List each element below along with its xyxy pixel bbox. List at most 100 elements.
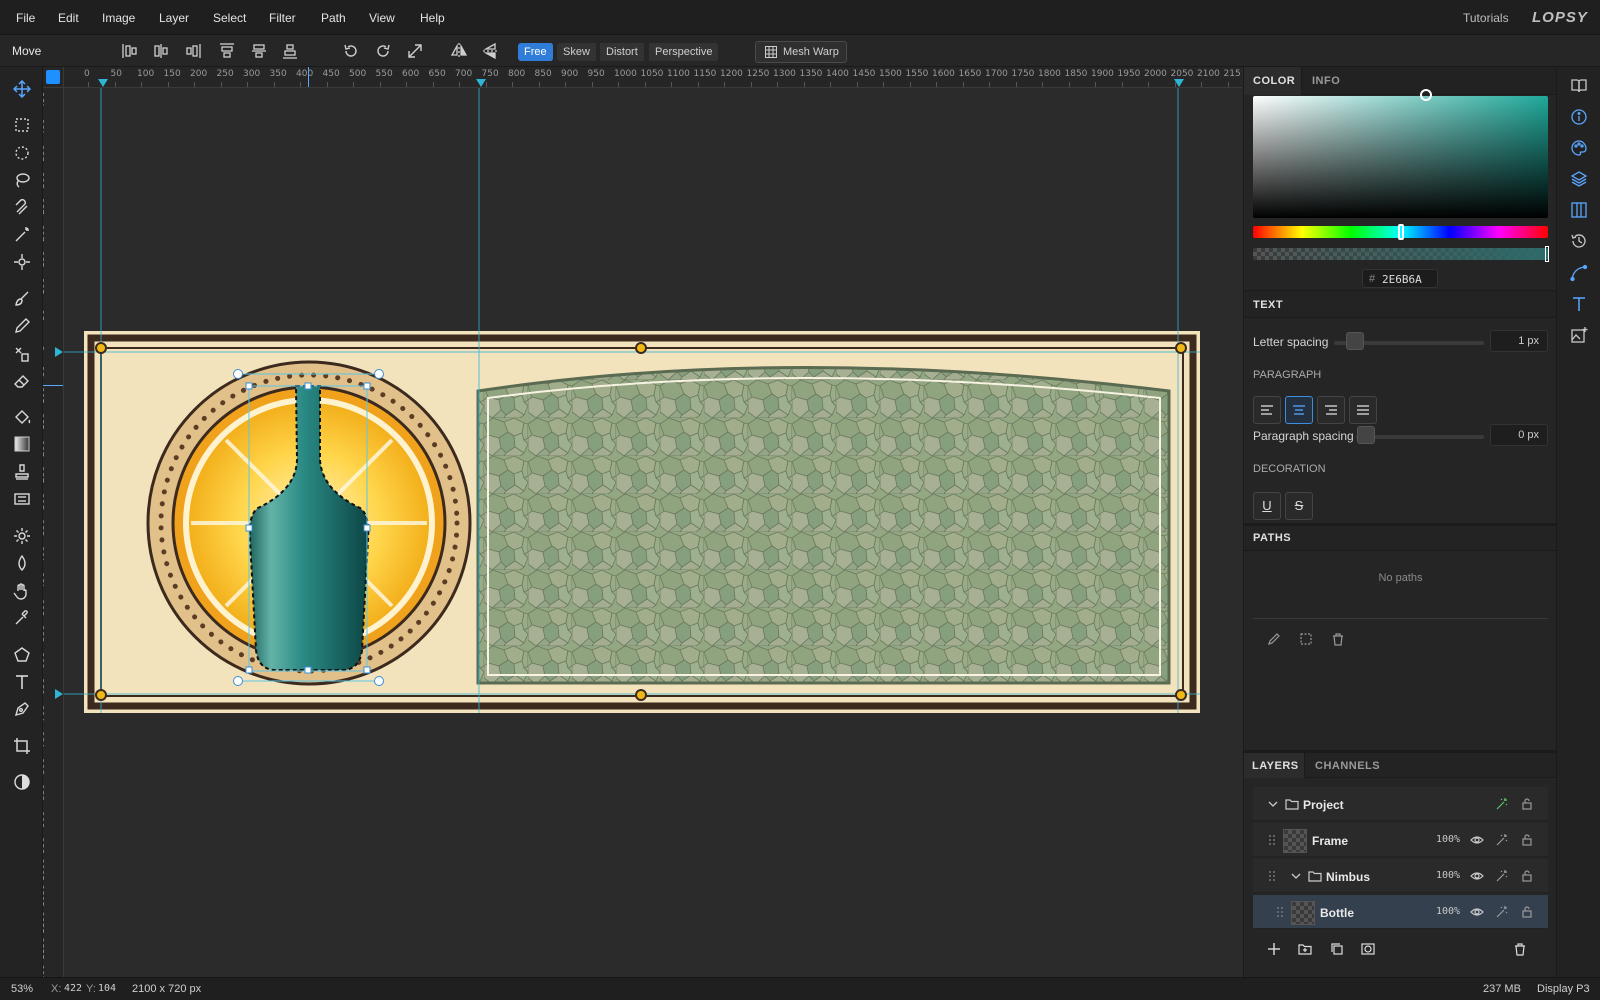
- layer-opacity[interactable]: 100%: [1436, 870, 1460, 881]
- polygon-icon[interactable]: [11, 644, 33, 666]
- layer-row-project[interactable]: Project: [1253, 787, 1548, 821]
- mode-distort-button[interactable]: Distort: [600, 43, 645, 61]
- letter-spacing-knob[interactable]: [1346, 332, 1364, 350]
- guide-marker[interactable]: [55, 347, 63, 357]
- hand-icon[interactable]: [11, 580, 33, 602]
- align-text-left-icon[interactable]: [1253, 396, 1281, 424]
- flip-horizontal-icon[interactable]: [450, 42, 468, 60]
- underline-button[interactable]: U: [1253, 492, 1281, 520]
- artwork-canvas[interactable]: [64, 88, 1242, 977]
- strikethrough-button[interactable]: S: [1285, 492, 1313, 520]
- lasso-icon[interactable]: [11, 169, 33, 191]
- ruler-corner[interactable]: [43, 67, 64, 88]
- menu-edit[interactable]: Edit: [58, 11, 79, 25]
- paint-bucket-icon[interactable]: [11, 406, 33, 428]
- new-group-icon[interactable]: [1297, 941, 1313, 957]
- brush-icon[interactable]: [11, 288, 33, 310]
- tutorials-link[interactable]: Tutorials: [1463, 11, 1509, 25]
- alpha-slider[interactable]: [1253, 248, 1548, 260]
- eyedropper-icon[interactable]: [11, 607, 33, 629]
- tab-channels-label[interactable]: CHANNELS: [1315, 760, 1380, 772]
- columns-icon[interactable]: [1569, 200, 1589, 220]
- text-tool-icon[interactable]: [11, 671, 33, 693]
- color-picker-cursor[interactable]: [1420, 89, 1432, 101]
- layer-opacity[interactable]: 100%: [1436, 906, 1460, 917]
- clone-stamp-icon[interactable]: [11, 343, 33, 365]
- delete-layer-icon[interactable]: [1512, 941, 1528, 957]
- info-icon[interactable]: [1569, 107, 1589, 127]
- history-icon[interactable]: [1569, 231, 1589, 251]
- align-text-justify-icon[interactable]: [1349, 396, 1377, 424]
- text-panel-icon[interactable]: [1569, 294, 1589, 314]
- eraser-icon[interactable]: [11, 370, 33, 392]
- hex-input[interactable]: # 2E6B6A: [1362, 269, 1438, 288]
- horizontal-ruler[interactable]: 0 50 100 150 200 250 300 350 400 450 500 550 600 650 7…: [64, 67, 1242, 88]
- lock-icon[interactable]: [1519, 796, 1535, 812]
- palette-icon[interactable]: [1569, 138, 1589, 158]
- rotate-ccw-icon[interactable]: [342, 42, 360, 60]
- drag-handle-icon[interactable]: [1272, 904, 1288, 920]
- layer-row-frame[interactable]: Frame 100%: [1253, 823, 1548, 857]
- mode-skew-button[interactable]: Skew: [557, 43, 597, 61]
- rect-select-icon[interactable]: [11, 114, 33, 136]
- magnetic-lasso-icon[interactable]: [11, 197, 33, 219]
- drag-handle-icon[interactable]: [1264, 832, 1280, 848]
- lock-icon[interactable]: [1519, 832, 1535, 848]
- duplicate-layer-icon[interactable]: [1329, 941, 1345, 957]
- layer-row-bottle[interactable]: Bottle 100%: [1253, 895, 1548, 929]
- delete-path-icon[interactable]: [1330, 631, 1346, 647]
- menu-view[interactable]: View: [369, 11, 395, 25]
- flip-vertical-icon[interactable]: [482, 42, 500, 60]
- menu-filter[interactable]: Filter: [269, 11, 296, 25]
- guide-marker[interactable]: [98, 79, 108, 87]
- tab-info-label[interactable]: INFO: [1312, 75, 1340, 87]
- paragraph-spacing-knob[interactable]: [1357, 426, 1375, 444]
- ellipse-select-icon[interactable]: [11, 142, 33, 164]
- rotate-cw-icon[interactable]: [374, 42, 392, 60]
- move-tool-icon[interactable]: [11, 78, 33, 100]
- lock-icon[interactable]: [1519, 868, 1535, 884]
- add-layer-icon[interactable]: [1266, 941, 1282, 957]
- menu-path[interactable]: Path: [321, 11, 346, 25]
- menu-layer[interactable]: Layer: [159, 11, 189, 25]
- hue-slider-thumb[interactable]: [1398, 224, 1404, 240]
- mask-icon[interactable]: [1360, 941, 1376, 957]
- pencil-icon[interactable]: [11, 315, 33, 337]
- guide-marker[interactable]: [1174, 79, 1184, 87]
- contrast-icon[interactable]: [11, 771, 33, 793]
- curve-path-icon[interactable]: [1569, 263, 1589, 283]
- lock-icon[interactable]: [1519, 904, 1535, 920]
- align-bottom-icon[interactable]: [281, 42, 299, 60]
- edit-path-icon[interactable]: [1266, 631, 1282, 647]
- menu-select[interactable]: Select: [213, 11, 246, 25]
- canvas-area[interactable]: [64, 88, 1242, 977]
- alpha-slider-thumb[interactable]: [1545, 246, 1549, 262]
- dodge-icon[interactable]: [11, 525, 33, 547]
- align-middle-icon[interactable]: [250, 42, 268, 60]
- guide-marker[interactable]: [476, 79, 486, 87]
- layer-row-nimbus[interactable]: Nimbus 100%: [1253, 859, 1548, 893]
- align-top-icon[interactable]: [218, 42, 236, 60]
- path-to-selection-icon[interactable]: [1298, 631, 1314, 647]
- text-panel-title[interactable]: TEXT: [1253, 299, 1283, 311]
- image-add-icon[interactable]: [1569, 325, 1589, 345]
- mode-free-button[interactable]: Free: [518, 43, 554, 61]
- scale-icon[interactable]: [406, 42, 424, 60]
- hex-value[interactable]: 2E6B6A: [1382, 273, 1422, 286]
- align-text-right-icon[interactable]: [1317, 396, 1345, 424]
- vertical-ruler[interactable]: -450-400-350-300-250-200-150-100-5005010…: [43, 88, 64, 977]
- align-center-h-icon[interactable]: [152, 42, 170, 60]
- menu-help[interactable]: Help: [420, 11, 445, 25]
- eye-icon[interactable]: [1469, 904, 1485, 920]
- menu-image[interactable]: Image: [102, 11, 135, 25]
- mesh-warp-button[interactable]: Mesh Warp: [755, 41, 847, 63]
- letter-spacing-input[interactable]: 1 px: [1490, 330, 1548, 352]
- magic-wand-icon[interactable]: [11, 224, 33, 246]
- quick-select-icon[interactable]: [11, 251, 33, 273]
- layers-icon[interactable]: [1569, 169, 1589, 189]
- chevron-down-icon[interactable]: [1288, 868, 1304, 884]
- effects-icon[interactable]: [1494, 868, 1510, 884]
- effects-icon[interactable]: [1494, 904, 1510, 920]
- align-left-icon[interactable]: [121, 42, 139, 60]
- chevron-down-icon[interactable]: [1265, 796, 1281, 812]
